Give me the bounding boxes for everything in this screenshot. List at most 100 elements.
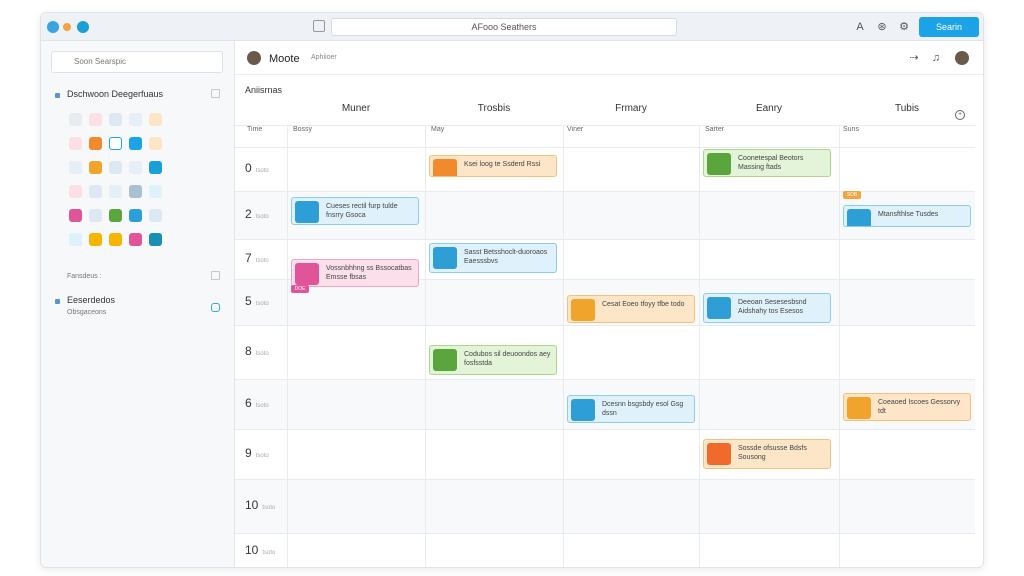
event-thumbnail-icon (433, 247, 457, 269)
layer-tool-icon[interactable] (149, 209, 162, 222)
hour-suffix: tsoto (255, 403, 269, 409)
globe-icon[interactable]: ⊛ (875, 20, 889, 34)
avatar[interactable] (247, 51, 261, 65)
shape-tool-icon[interactable] (89, 113, 102, 126)
calendar-event[interactable]: Coonetespal Beotors Massing ftads (703, 149, 831, 177)
sub-header: Sarter (705, 126, 725, 133)
calendar-event[interactable]: Cueses rectil furp tulde fnsrry Gsoca (291, 197, 419, 225)
event-thumbnail-icon (433, 349, 457, 371)
calendar-event[interactable]: Cesat Eoeo tfoyy tfbe todo (567, 295, 695, 323)
grid-hline (235, 191, 975, 192)
tool-tool-icon[interactable] (69, 161, 82, 174)
section-checkbox[interactable] (211, 89, 220, 98)
section-footer: Fansdeus : (67, 273, 102, 280)
section2-title[interactable]: Eeserdedos (67, 295, 115, 305)
tool-tool-icon[interactable] (69, 185, 82, 198)
text-tool-icon[interactable] (109, 233, 122, 246)
image-tool-icon[interactable] (129, 185, 142, 198)
calendar-event[interactable]: Mtansfthlse Tusdes (843, 205, 971, 227)
image-tool-icon[interactable] (129, 113, 142, 126)
page-title: Moote (269, 53, 300, 65)
column-header: Trosbis (477, 103, 511, 114)
settings-icon[interactable]: ⚙ (897, 20, 911, 34)
minimize-icon[interactable] (63, 23, 71, 31)
layer-tool-icon[interactable] (149, 185, 162, 198)
hour-label: 10 tsoto (245, 543, 275, 557)
text-tool-icon[interactable] (109, 209, 122, 222)
calendar-event[interactable]: Coeaoed Iscoes Gessorvy tdt (843, 393, 971, 421)
section2-toggle-icon[interactable] (211, 303, 220, 312)
event-title: Ksei loog te Ssderd Rssi (464, 161, 541, 168)
event-thumbnail-icon (571, 299, 595, 321)
layer-tool-icon[interactable] (149, 161, 162, 174)
search-button[interactable]: Searin (919, 17, 979, 37)
event-title: Sasst Betsshoclt-duoroaos Eaesssbvs (464, 249, 548, 265)
app-menu-icon[interactable] (77, 21, 89, 33)
calendar-event[interactable]: Codubos sil deuoondos aey fosfsstda (429, 345, 557, 375)
bell-icon[interactable]: ♫ (929, 51, 943, 65)
section-title: Dschwoon Deegerfuaus (67, 89, 164, 99)
layer-tool-icon[interactable] (149, 137, 162, 150)
hour-label: 0 tsoto (245, 161, 269, 175)
calendar-event[interactable]: Dcesnn bsgsbdy esol Gsg dssn (567, 395, 695, 423)
event-title: Deeoan Sesesesbsnd Aidshahy tos Esesos (738, 299, 807, 315)
tool-tool-icon[interactable] (69, 233, 82, 246)
image-tool-icon[interactable] (129, 137, 142, 150)
calendar-event[interactable]: Ksei loog te Ssderd Rssi (429, 155, 557, 177)
calendar-event[interactable]: Deeoan Sesesesbsnd Aidshahy tos Esesos (703, 293, 831, 323)
calendar-event[interactable]: Sossde ofsusse Bdsfs Sousong (703, 439, 831, 469)
calendar-event[interactable]: Sasst Betsshoclt-duoroaos Eaesssbvs (429, 243, 557, 273)
image-tool-icon[interactable] (129, 161, 142, 174)
footer-checkbox[interactable] (211, 271, 220, 280)
event-thumbnail-icon (433, 159, 457, 176)
hour-label: 10 tsoto (245, 498, 275, 512)
event-title: Cesat Eoeo tfoyy tfbe todo (602, 301, 685, 308)
event-thumbnail-icon (707, 153, 731, 175)
shape-tool-icon[interactable] (89, 137, 102, 150)
hour-value: 9 (245, 446, 252, 460)
address-bar[interactable]: AFooo Seathers (331, 18, 677, 36)
hour-suffix: tsoto (255, 168, 269, 174)
text-tool-icon[interactable] (109, 185, 122, 198)
shape-tool-icon[interactable] (89, 185, 102, 198)
section2-bullet-icon (55, 299, 60, 304)
search-input[interactable]: Soon Searspic (51, 51, 223, 73)
hour-value: 10 (245, 543, 259, 557)
shape-tool-icon[interactable] (89, 209, 102, 222)
section-bullet-icon (55, 93, 60, 98)
shape-tool-icon[interactable] (89, 233, 102, 246)
layer-tool-icon[interactable] (149, 113, 162, 126)
hour-suffix: tsoto (262, 550, 276, 556)
app-logo-icon (47, 21, 59, 33)
font-icon[interactable]: A (853, 20, 867, 34)
event-title: Coeaoed Iscoes Gessorvy tdt (878, 399, 961, 415)
user-avatar[interactable] (955, 51, 969, 65)
grid-hline (235, 533, 975, 534)
text-tool-icon[interactable] (109, 113, 122, 126)
tool-tool-icon[interactable] (69, 137, 82, 150)
column-header: Frmary (615, 103, 647, 114)
grid-hline (235, 147, 975, 148)
event-thumbnail-icon (571, 399, 595, 421)
image-tool-icon[interactable] (129, 209, 142, 222)
text-tool-icon[interactable] (109, 137, 122, 150)
event-title: Mtansfthlse Tusdes (878, 211, 939, 218)
grid-hline (235, 479, 975, 480)
hour-label: 8 tsoto (245, 344, 269, 358)
tool-tool-icon[interactable] (69, 113, 82, 126)
event-title: Coonetespal Beotors Massing ftads (738, 155, 804, 171)
share-icon[interactable]: ⇢ (907, 51, 921, 65)
hour-value: 8 (245, 344, 252, 358)
calendar-event[interactable]: Vossnbhhng ss Bssocatbas Emsse fbsas (291, 259, 419, 287)
shape-tool-icon[interactable] (89, 161, 102, 174)
hour-suffix: tsoto (255, 214, 269, 220)
image-tool-icon[interactable] (129, 233, 142, 246)
hour-value: 6 (245, 396, 252, 410)
section2-subtitle: Obsgaceons (67, 309, 107, 316)
hour-label: 7 tsoto (245, 251, 269, 265)
grid-vline (839, 125, 840, 567)
hour-value: 2 (245, 207, 252, 221)
layer-tool-icon[interactable] (149, 233, 162, 246)
tool-tool-icon[interactable] (69, 209, 82, 222)
text-tool-icon[interactable] (109, 161, 122, 174)
